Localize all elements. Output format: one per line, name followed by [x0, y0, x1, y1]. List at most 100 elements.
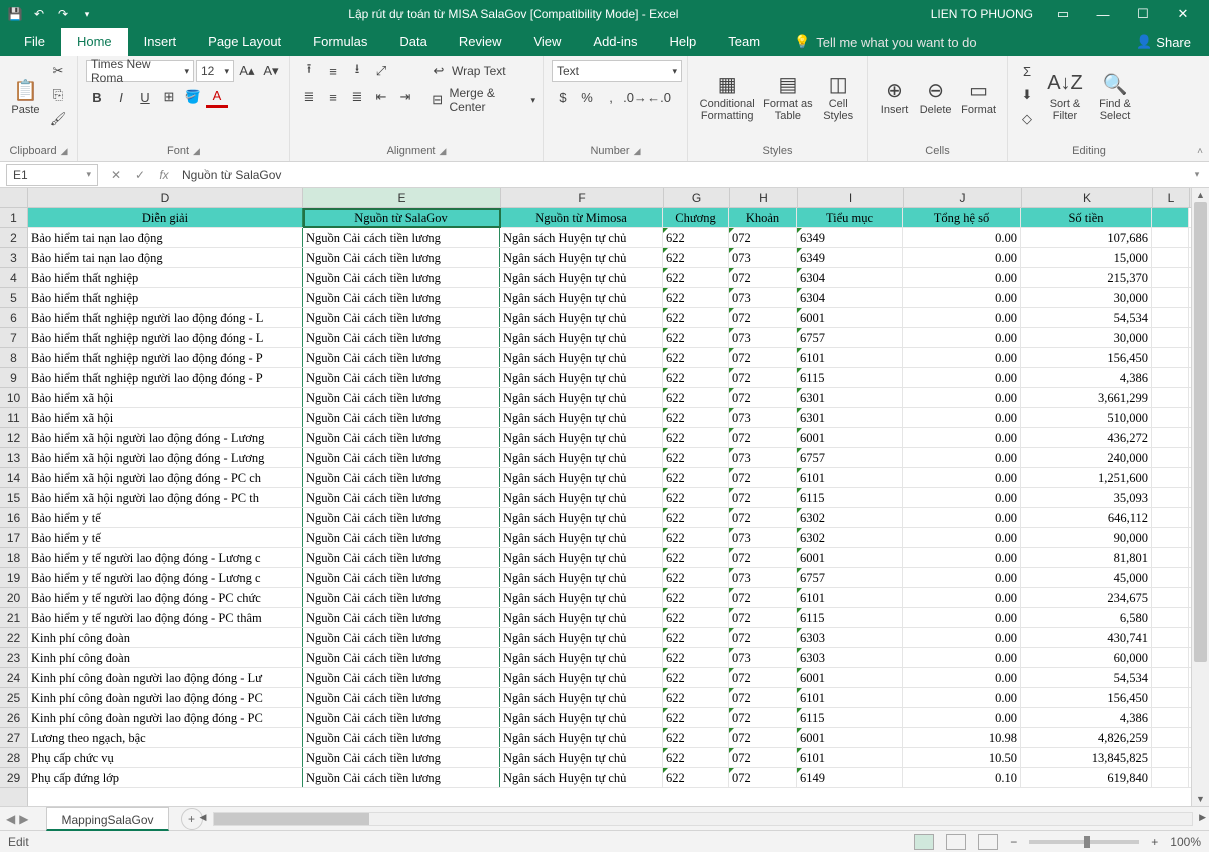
cell[interactable]: 073	[729, 568, 797, 587]
cell[interactable]: Bảo hiểm y tế người lao động đóng - Lươn…	[28, 548, 303, 567]
cell[interactable]: 072	[729, 368, 797, 387]
cell[interactable]: Nguồn Cải cách tiền lương	[302, 528, 500, 547]
cell[interactable]: 073	[729, 528, 797, 547]
tab-insert[interactable]: Insert	[128, 28, 193, 56]
cell[interactable]: 622	[663, 668, 729, 687]
cell[interactable]: 107,686	[1021, 228, 1152, 247]
cell[interactable]: 1,251,600	[1021, 468, 1152, 487]
paste-button[interactable]: 📋 Paste	[8, 60, 43, 130]
save-icon[interactable]: 💾	[6, 7, 24, 21]
cell[interactable]: 072	[729, 268, 797, 287]
cell[interactable]: 622	[663, 768, 729, 787]
row-header[interactable]: 28	[0, 748, 27, 768]
cell[interactable]: 30,000	[1021, 288, 1152, 307]
cell[interactable]: Nguồn Cải cách tiền lương	[302, 308, 500, 327]
cell[interactable]: Nguồn Cải cách tiền lương	[302, 628, 500, 647]
tab-formulas[interactable]: Formulas	[297, 28, 383, 56]
cell[interactable]: 622	[663, 588, 729, 607]
orientation-icon[interactable]: ⤢	[370, 60, 392, 82]
cell[interactable]: 619,840	[1021, 768, 1152, 787]
cell[interactable]: Ngân sách Huyện tự chủ	[500, 468, 663, 487]
cell[interactable]: 6001	[797, 728, 903, 747]
cell[interactable]: Ngân sách Huyện tự chủ	[500, 608, 663, 627]
cell[interactable]: 6101	[797, 588, 903, 607]
cell[interactable]: 156,450	[1021, 348, 1152, 367]
cell[interactable]: 6757	[797, 448, 903, 467]
cell[interactable]: Nguồn Cải cách tiền lương	[302, 648, 500, 667]
insert-button[interactable]: ⊕Insert	[876, 60, 913, 130]
cell[interactable]	[1152, 508, 1189, 527]
column-header-F[interactable]: F	[501, 188, 664, 207]
cell[interactable]: 622	[663, 368, 729, 387]
cell[interactable]	[1152, 288, 1189, 307]
tab-data[interactable]: Data	[383, 28, 442, 56]
cell[interactable]: 072	[729, 228, 797, 247]
cell[interactable]: 54,534	[1021, 668, 1152, 687]
cell[interactable]: Phụ cấp đứng lớp	[28, 768, 303, 787]
bold-button[interactable]: B	[86, 86, 108, 108]
cell[interactable]	[1152, 328, 1189, 347]
cell[interactable]: 646,112	[1021, 508, 1152, 527]
cell[interactable]: 073	[729, 648, 797, 667]
header-cell[interactable]: Tiểu mục	[797, 208, 903, 227]
tab-help[interactable]: Help	[653, 28, 712, 56]
cell[interactable]: Bảo hiểm y tế	[28, 528, 303, 547]
cell[interactable]: 0.00	[903, 628, 1021, 647]
sheet-tab[interactable]: MappingSalaGov	[46, 807, 168, 831]
cell[interactable]: 0.00	[903, 308, 1021, 327]
cell[interactable]: 072	[729, 668, 797, 687]
cell[interactable]	[1152, 388, 1189, 407]
cell[interactable]: 622	[663, 448, 729, 467]
cell[interactable]: Bảo hiểm xã hội	[28, 408, 303, 427]
decrease-font-icon[interactable]: A▾	[260, 60, 282, 82]
cell[interactable]	[1152, 548, 1189, 567]
italic-button[interactable]: I	[110, 86, 132, 108]
cell[interactable]: Nguồn Cải cách tiền lương	[302, 388, 500, 407]
cell[interactable]: 073	[729, 288, 797, 307]
sheet-nav[interactable]: ◀▶	[6, 812, 28, 826]
cell[interactable]: 072	[729, 608, 797, 627]
percent-icon[interactable]: %	[576, 86, 598, 108]
cell[interactable]: Ngân sách Huyện tự chủ	[500, 708, 663, 727]
cell[interactable]: 0.00	[903, 448, 1021, 467]
cell[interactable]: 072	[729, 488, 797, 507]
align-bottom-icon[interactable]: ⭳	[346, 60, 368, 82]
cell[interactable]: 622	[663, 648, 729, 667]
cell[interactable]: 3,661,299	[1021, 388, 1152, 407]
cell[interactable]: Bảo hiểm tai nạn lao động	[28, 248, 303, 267]
cell[interactable]: Ngân sách Huyện tự chủ	[500, 688, 663, 707]
cell[interactable]: 072	[729, 708, 797, 727]
cell[interactable]: 0.00	[903, 228, 1021, 247]
cell[interactable]: 0.00	[903, 588, 1021, 607]
row-header[interactable]: 4	[0, 268, 27, 288]
ribbon-display-icon[interactable]: ▭	[1043, 6, 1083, 22]
cell[interactable]: 072	[729, 508, 797, 527]
row-header[interactable]: 15	[0, 488, 27, 508]
vertical-scrollbar[interactable]: ▲ ▼	[1191, 188, 1209, 806]
cell[interactable]: Nguồn Cải cách tiền lương	[302, 348, 500, 367]
row-header[interactable]: 21	[0, 608, 27, 628]
cell[interactable]: 6,580	[1021, 608, 1152, 627]
row-header[interactable]: 17	[0, 528, 27, 548]
align-middle-icon[interactable]: ≡	[322, 60, 344, 82]
cell[interactable]: 072	[729, 548, 797, 567]
row-header[interactable]: 8	[0, 348, 27, 368]
cell[interactable]: Ngân sách Huyện tự chủ	[500, 448, 663, 467]
row-header[interactable]: 5	[0, 288, 27, 308]
formula-input[interactable]: Nguồn từ SalaGov	[176, 168, 1185, 182]
header-cell[interactable]: Khoản	[729, 208, 797, 227]
cell[interactable]: Nguồn Cải cách tiền lương	[302, 248, 500, 267]
tab-view[interactable]: View	[517, 28, 577, 56]
cell[interactable]: Nguồn Cải cách tiền lương	[302, 228, 500, 247]
cell[interactable]: Nguồn Cải cách tiền lương	[302, 728, 500, 747]
cell[interactable]: 0.00	[903, 688, 1021, 707]
cell[interactable]: 6115	[797, 608, 903, 627]
row-header[interactable]: 2	[0, 228, 27, 248]
cell[interactable]: 6301	[797, 408, 903, 427]
cell[interactable]	[1152, 268, 1189, 287]
column-header-D[interactable]: D	[28, 188, 303, 207]
cell[interactable]: Nguồn Cải cách tiền lương	[302, 368, 500, 387]
cell[interactable]: Bảo hiểm xã hội người lao động đóng - Lư…	[28, 448, 303, 467]
tell-me-search[interactable]: 💡 Tell me what you want to do	[794, 34, 977, 50]
cell[interactable]: 15,000	[1021, 248, 1152, 267]
